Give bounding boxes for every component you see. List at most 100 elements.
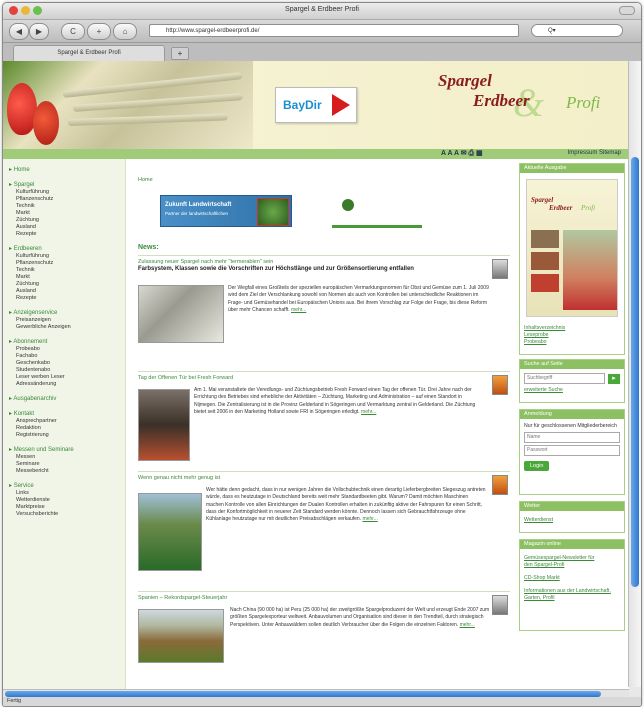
nav-section-head[interactable]: Ausgabenarchiv	[9, 396, 125, 403]
banner-zukunft-landwirtschaft[interactable]: Zukunft Landwirtschaft Partner der landw…	[160, 195, 292, 227]
nav-item[interactable]: Ausland	[9, 224, 125, 231]
weather-link[interactable]: Wetterdienst	[520, 517, 624, 524]
nav-item[interactable]: Wetterdienste	[9, 497, 125, 504]
site-search-go-button[interactable]: ▸	[608, 373, 620, 384]
login-button[interactable]: Login	[524, 461, 550, 471]
nav-item[interactable]: Ansprechpartner	[9, 418, 125, 425]
nav-item[interactable]: Links	[9, 490, 125, 497]
cover-photo	[531, 274, 559, 292]
nav-item[interactable]: Rezepte	[9, 231, 125, 238]
nav-item[interactable]: Probeabo	[9, 346, 125, 353]
nav-item[interactable]: Marktpreise	[9, 504, 125, 511]
nav-item[interactable]: Studentenabo	[9, 367, 125, 374]
magazine-cover[interactable]: Spargel Erdbeer Profi	[526, 179, 618, 317]
new-tab-button[interactable]: +	[171, 47, 189, 60]
nav-section-head[interactable]: Home	[9, 167, 125, 174]
login-heading: Anmeldung	[520, 410, 624, 419]
site-search-input[interactable]: Suchbegriff	[524, 373, 605, 384]
back-button[interactable]: ◀	[9, 23, 29, 40]
tab-spargel-erdbeer-profi[interactable]: Spargel & Erdbeer Profi	[13, 45, 165, 61]
reload-button[interactable]: C	[61, 23, 85, 40]
nav-item[interactable]: Leser werben Leser	[9, 374, 125, 381]
more-link[interactable]: mehr...	[363, 516, 378, 522]
font-size-controls[interactable]: A A A ✉ ⎙ ▦	[441, 149, 483, 158]
sponsor-banner[interactable]	[332, 197, 422, 228]
asparagus-image	[72, 93, 243, 112]
article-headline[interactable]: Farbsystem, Klassen sowie die Vorschrift…	[138, 266, 468, 273]
nav-item[interactable]: Registrierung	[9, 432, 125, 439]
nav-item[interactable]: Seminare	[9, 461, 125, 468]
nav-item[interactable]: Geschenkabo	[9, 360, 125, 367]
more-link[interactable]: mehr...	[460, 622, 475, 628]
cd-shop-link[interactable]: CD-Shop Markt	[520, 575, 624, 582]
baydir-logo[interactable]: BayDir	[275, 87, 357, 123]
weather-box: Wetter Wetterdienst	[519, 501, 625, 533]
more-link[interactable]: mehr...	[291, 307, 306, 313]
forward-button[interactable]: ▶	[29, 23, 49, 40]
util-links[interactable]: Impressum Sitemap	[568, 150, 621, 156]
advanced-search-link[interactable]: erweiterte Suche	[520, 387, 624, 394]
article-kicker[interactable]: Wenn genau nicht mehr genug ist	[138, 475, 510, 482]
nav-item[interactable]: Fachabo	[9, 353, 125, 360]
nav-item[interactable]: Adressänderung	[9, 381, 125, 388]
link-probeabo[interactable]: Probeabo	[520, 339, 624, 346]
pdf-icon[interactable]	[492, 595, 508, 615]
article-thumbnail[interactable]	[138, 609, 224, 663]
article-thumbnail[interactable]	[138, 389, 190, 461]
link-inhaltsverzeichnis[interactable]: Inhaltsverzeichnis	[520, 325, 624, 332]
nav-item[interactable]: Technik	[9, 267, 125, 274]
article-kicker[interactable]: Spanien – Rekordspargel-Steuerjahr	[138, 595, 510, 602]
pdf-icon[interactable]	[492, 475, 508, 495]
toolbar-toggle-button[interactable]	[619, 6, 635, 15]
news-article: Zulassung neuer Spargel nach mehr "terme…	[138, 259, 510, 367]
article-thumbnail[interactable]	[138, 493, 202, 571]
nav-item[interactable]: Markt	[9, 274, 125, 281]
more-link[interactable]: mehr...	[361, 409, 376, 415]
nav-item[interactable]: Messebericht	[9, 468, 125, 475]
breadcrumb[interactable]: Home	[138, 177, 153, 183]
nav-item[interactable]: Preisanzeigen	[9, 317, 125, 324]
info-link[interactable]: Informationen aus der Landwirtschaft, Ga…	[520, 588, 620, 602]
nav-item[interactable]: Pflanzenschutz	[9, 260, 125, 267]
username-field[interactable]: Name	[524, 432, 620, 443]
nav-item[interactable]: Versuchsberichte	[9, 511, 125, 518]
search-field[interactable]: Q▾	[531, 24, 623, 37]
home-button[interactable]: ⌂	[113, 23, 137, 40]
nav-item[interactable]: Redaktion	[9, 425, 125, 432]
pdf-icon[interactable]	[492, 375, 508, 395]
nav-section-head[interactable]: Messen und Seminare	[9, 447, 125, 454]
vertical-scroll-thumb[interactable]	[631, 157, 639, 587]
article-kicker[interactable]: Tag der Offenen Tür bei Fresh Forward	[138, 375, 510, 382]
nav-section-head[interactable]: Kontakt	[9, 411, 125, 418]
left-navigation: HomeSpargelKulturführungPflanzenschutzTe…	[3, 159, 126, 689]
nav-section: ServiceLinksWetterdiensteMarktpreiseVers…	[9, 483, 125, 518]
newsletter-link[interactable]: Gemüsespargel-Newsletter für den Spargel…	[520, 555, 604, 569]
nav-item[interactable]: Messen	[9, 454, 125, 461]
nav-item[interactable]: Ausland	[9, 288, 125, 295]
nav-section-head[interactable]: Service	[9, 483, 125, 490]
nav-item[interactable]: Züchtung	[9, 217, 125, 224]
window-title: Spargel & Erdbeer Profi	[285, 6, 359, 13]
vertical-scrollbar[interactable]	[628, 61, 641, 687]
nav-item[interactable]: Kulturführung	[9, 253, 125, 260]
nav-item[interactable]: Gewerbliche Anzeigen	[9, 324, 125, 331]
link-leseprobe[interactable]: Leseprobe	[520, 332, 624, 339]
nav-item[interactable]: Rezepte	[9, 295, 125, 302]
nav-item[interactable]: Technik	[9, 203, 125, 210]
article-kicker[interactable]: Zulassung neuer Spargel nach mehr "terme…	[138, 259, 510, 266]
nav-item[interactable]: Pflanzenschutz	[9, 196, 125, 203]
add-bookmark-button[interactable]: +	[87, 23, 111, 40]
nav-section-head[interactable]: Abonnement	[9, 339, 125, 346]
nav-item[interactable]: Züchtung	[9, 281, 125, 288]
asparagus-image	[67, 113, 229, 126]
nav-item[interactable]: Markt	[9, 210, 125, 217]
pdf-icon[interactable]	[492, 259, 508, 279]
nav-section-head[interactable]: Anzeigenservice	[9, 310, 125, 317]
url-field[interactable]: http://www.spargel-erdbeerprofi.de/	[149, 24, 519, 37]
sponsor-logo-icon	[342, 199, 354, 211]
nav-section-head[interactable]: Erdbeeren	[9, 246, 125, 253]
nav-item[interactable]: Kulturführung	[9, 189, 125, 196]
password-field[interactable]: Passwort	[524, 445, 620, 456]
article-thumbnail[interactable]	[138, 285, 224, 343]
nav-section-head[interactable]: Spargel	[9, 182, 125, 189]
